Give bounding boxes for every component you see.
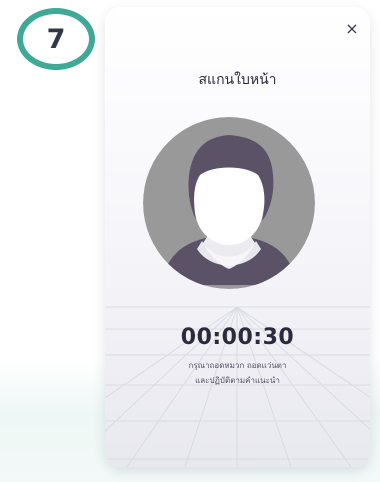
close-button[interactable]: × <box>341 17 363 39</box>
face-avatar-placeholder <box>143 117 315 289</box>
step-number-badge: 7 <box>17 8 95 70</box>
instruction-line-1: กรุณาถอดหมวก ถอดแว่นตา <box>188 361 287 370</box>
face-scan-modal: × สแกนใบหน้า 00:00:30 กรุณาถอดหมวก ถอดแว… <box>105 7 370 467</box>
face-placeholder-icon <box>143 117 315 289</box>
modal-title: สแกนใบหน้า <box>198 72 277 88</box>
step-number: 7 <box>46 23 66 55</box>
face-scan-screen: 7 × สแกนใบหน้า 00:00:30 กรุณาถอดหมวก ถอด… <box>0 0 380 482</box>
countdown-timer: 00:00:30 <box>180 325 295 350</box>
instruction-line-2: และปฏิบัติตามคำแนะนำ <box>195 376 280 385</box>
close-icon[interactable]: × <box>345 19 358 38</box>
